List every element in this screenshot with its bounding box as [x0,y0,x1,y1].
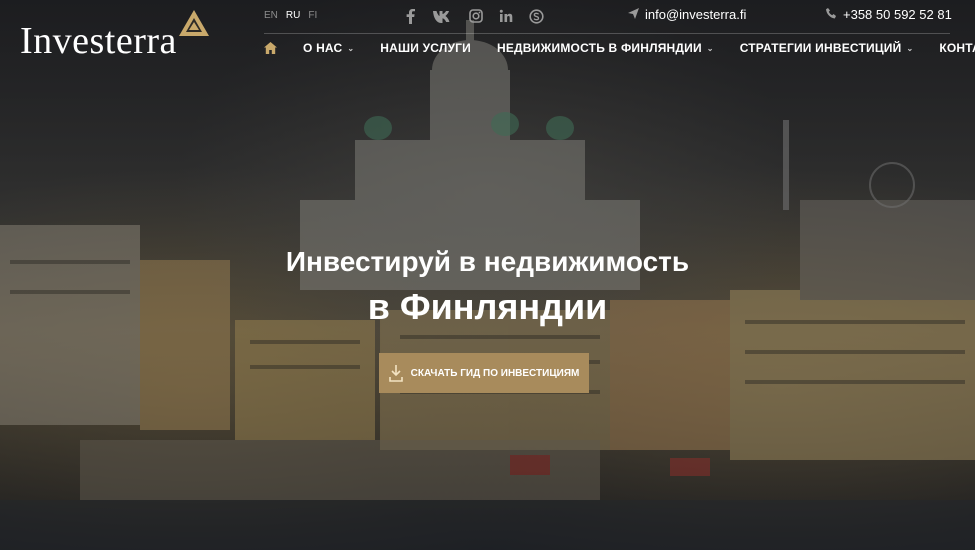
facebook-icon[interactable] [402,8,418,24]
hero-subtitle: в Финляндии [367,286,608,327]
email-text: info@investerra.fi [645,7,747,22]
contact-email[interactable]: info@investerra.fi [628,7,746,22]
logo[interactable]: Investerra [20,10,209,60]
chevron-down-icon: ⌄ [347,43,355,53]
paper-plane-icon [628,7,639,22]
social-links [402,8,544,24]
nav-item-label: НАШИ УСЛУГИ [380,41,471,55]
nav-item-strategies[interactable]: СТРАТЕГИИ ИНВЕСТИЦИЙ ⌄ [740,41,914,55]
home-icon[interactable] [264,42,277,54]
language-switcher: EN RU FI [264,10,317,21]
main-nav: О НАС ⌄ НАШИ УСЛУГИ НЕДВИЖИМОСТЬ В ФИНЛЯ… [264,41,975,55]
skype-icon[interactable] [528,8,544,24]
chevron-down-icon: ⌄ [906,43,914,53]
logo-triangle-icon [178,10,209,36]
hero-title: Инвестируй в недвижимость [285,246,690,277]
nav-item-label: СТРАТЕГИИ ИНВЕСТИЦИЙ [739,41,902,55]
nav-item-contacts[interactable]: КОНТАКТЫ [939,41,975,55]
nav-item-real-estate[interactable]: НЕДВИЖИМОСТЬ В ФИНЛЯНДИИ ⌄ [497,41,714,55]
lang-fi[interactable]: FI [308,10,317,21]
contact-phone[interactable]: +358 50 592 52 81 [826,7,952,22]
logo-text: Investerra [20,20,177,62]
vk-icon[interactable] [432,8,454,24]
nav-item-label: КОНТАКТЫ [939,41,975,55]
lang-en[interactable]: EN [264,10,278,21]
chevron-down-icon: ⌄ [706,43,714,53]
download-guide-label: СКАЧАТЬ ГИД ПО ИНВЕСТИЦИЯМ [410,367,580,379]
phone-icon [826,7,837,22]
download-icon [388,365,403,382]
linkedin-icon[interactable] [498,8,514,24]
download-guide-button[interactable]: СКАЧАТЬ ГИД ПО ИНВЕСТИЦИЯМ [379,353,589,393]
nav-item-label: НЕДВИЖИМОСТЬ В ФИНЛЯНДИИ [496,41,702,55]
lang-ru[interactable]: RU [286,10,300,21]
nav-item-about[interactable]: О НАС ⌄ [303,41,354,55]
nav-item-services[interactable]: НАШИ УСЛУГИ [380,41,471,55]
instagram-icon[interactable] [468,8,484,24]
phone-text: +358 50 592 52 81 [843,7,952,22]
nav-divider [264,33,950,34]
nav-item-label: О НАС [303,41,343,55]
